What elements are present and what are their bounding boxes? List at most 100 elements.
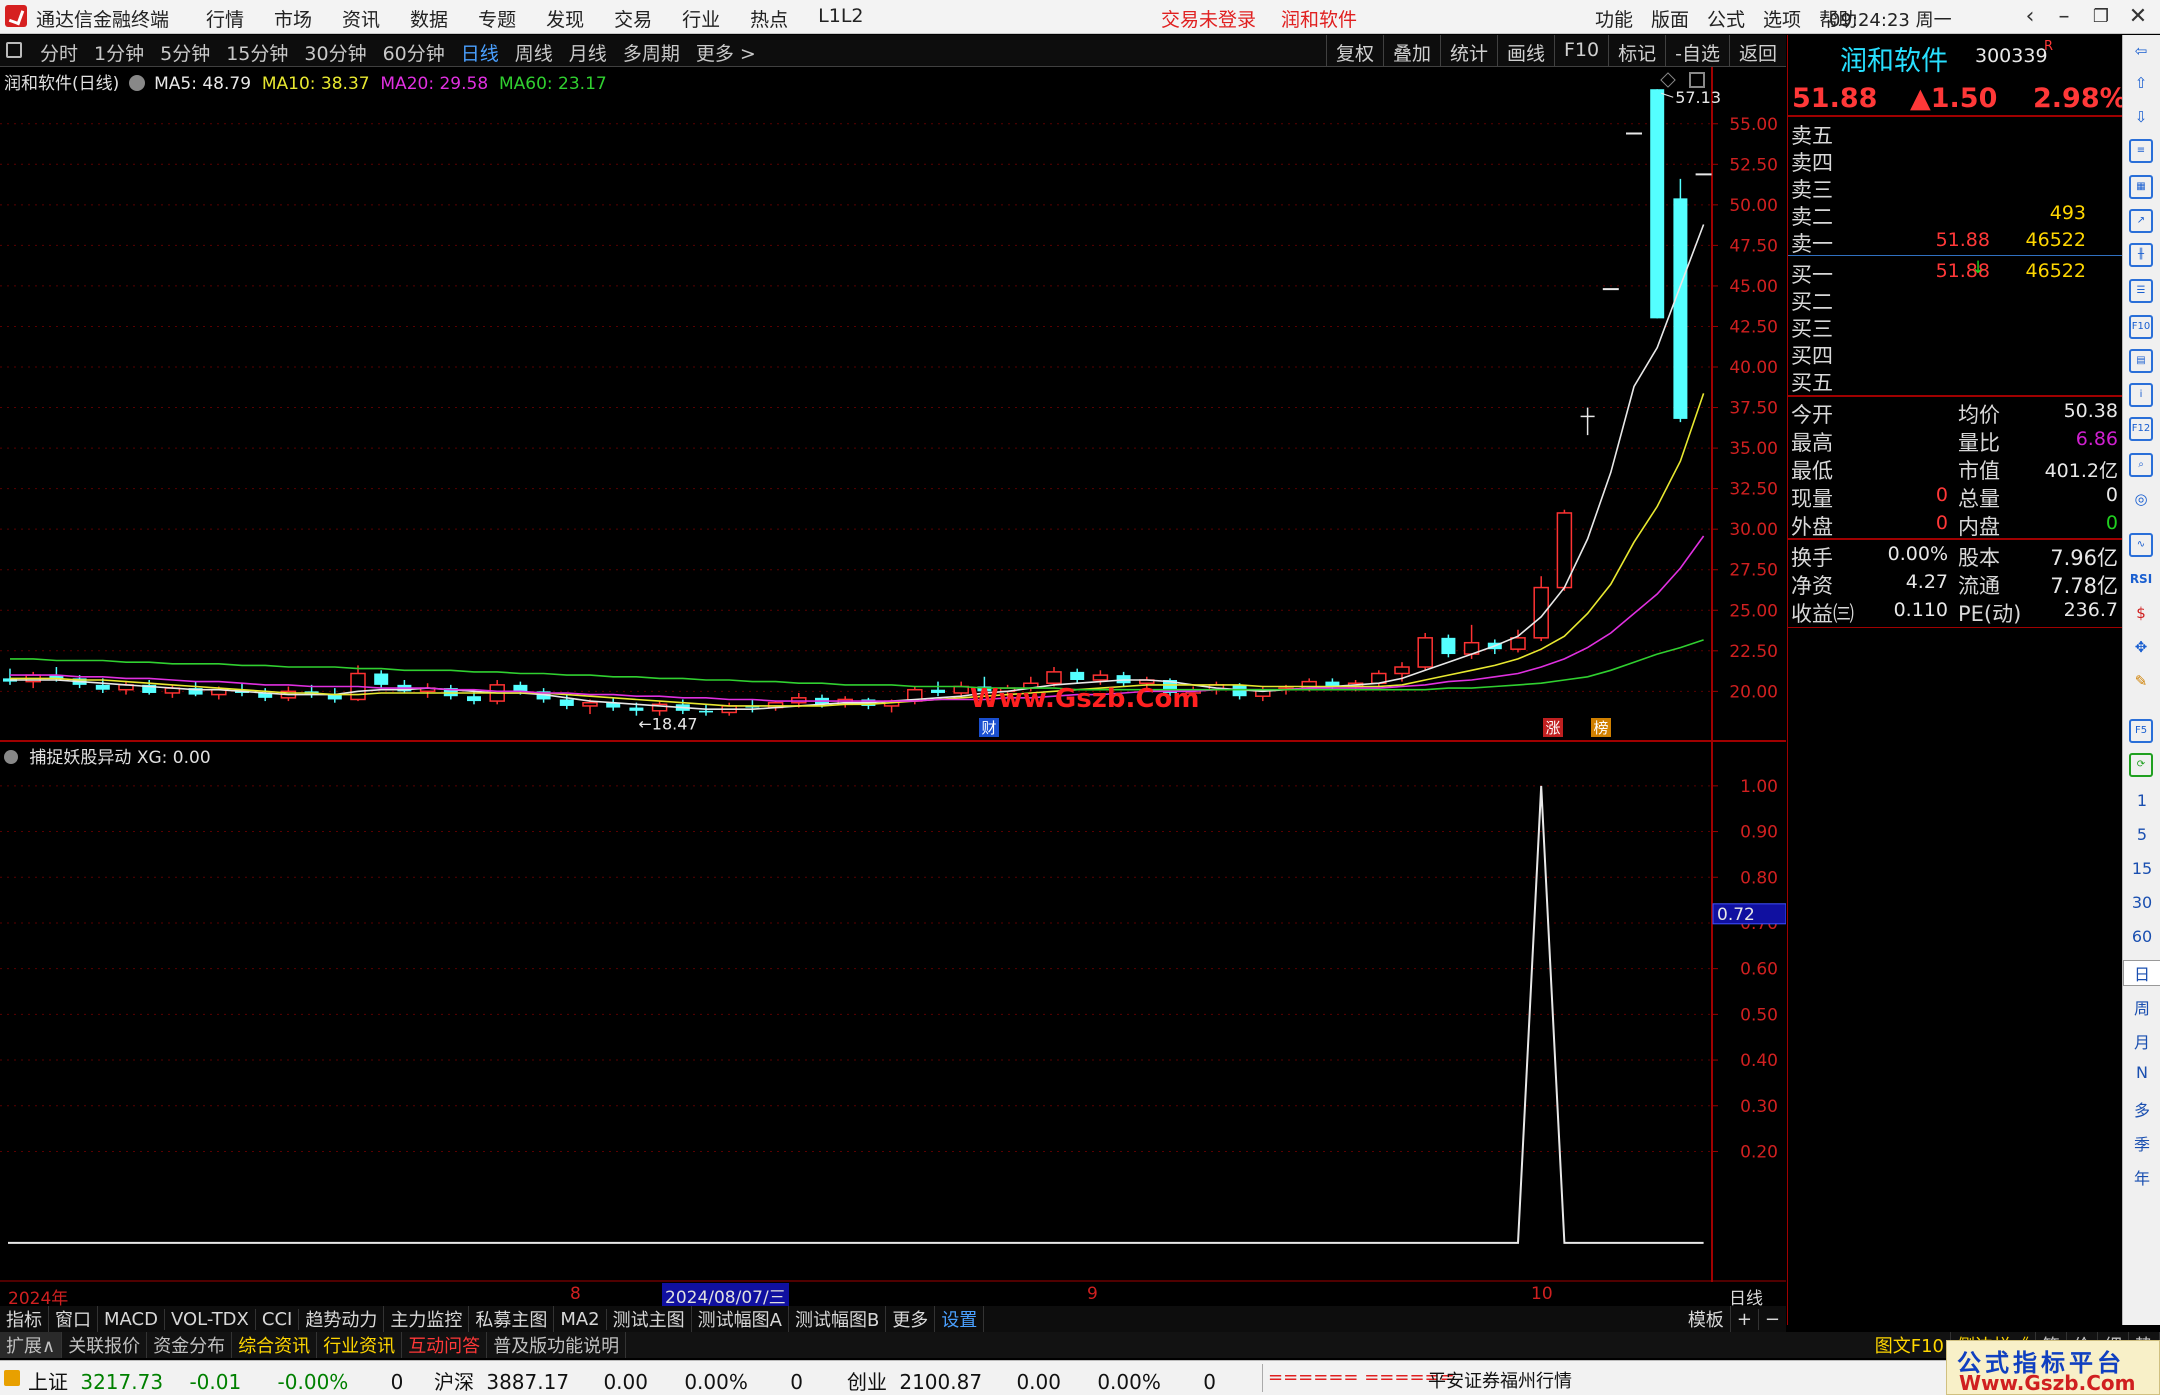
tab-industry-news[interactable]: 行业资讯: [317, 1332, 403, 1358]
menu-market[interactable]: 市场: [274, 5, 312, 32]
remove-pane-button[interactable]: −: [1759, 1309, 1786, 1330]
period-15min[interactable]: 15分钟: [226, 39, 288, 66]
period-daily[interactable]: 日线: [461, 39, 499, 66]
index-sh[interactable]: 上证 3217.73 -0.01 -0.00% 0: [28, 1366, 403, 1395]
login-status[interactable]: 交易未登录: [1161, 5, 1256, 32]
tab-window[interactable]: 窗口: [49, 1306, 98, 1332]
tool-watchlist[interactable]: -自选: [1665, 35, 1729, 67]
tool-adjust[interactable]: 复权: [1325, 35, 1383, 67]
sidebar-period-day[interactable]: 日: [2123, 960, 2160, 986]
period-5min[interactable]: 5分钟: [160, 39, 210, 66]
tool-draw[interactable]: 画线: [1496, 35, 1554, 67]
dollar-icon[interactable]: $: [2129, 601, 2153, 625]
add-pane-button[interactable]: +: [1731, 1308, 1759, 1330]
sidebar-period-month[interactable]: 月: [2123, 1029, 2160, 1053]
target-icon[interactable]: ◎: [2129, 487, 2153, 511]
menu-formula[interactable]: 公式: [1707, 5, 1745, 32]
f10-graphic-button[interactable]: 图文F10: [1869, 1332, 1951, 1358]
left-arrow-icon[interactable]: ⇦: [2129, 39, 2153, 63]
menu-l1l2[interactable]: L1L2: [818, 5, 863, 32]
pencil-icon[interactable]: ✎: [2129, 669, 2153, 693]
period-1min[interactable]: 1分钟: [94, 39, 144, 66]
tab-indicator[interactable]: 指标: [0, 1306, 49, 1332]
menu-layout[interactable]: 版面: [1651, 5, 1689, 32]
refresh-icon[interactable]: ⟳: [2129, 753, 2153, 777]
news-icon[interactable]: ☰: [2129, 279, 2153, 303]
tab-fund-distribution[interactable]: 资金分布: [147, 1332, 233, 1358]
period-intraday[interactable]: 分时: [40, 39, 78, 66]
menu-topics[interactable]: 专题: [478, 5, 516, 32]
move-icon[interactable]: ✥: [2129, 635, 2153, 659]
f12-icon[interactable]: F12: [2129, 417, 2153, 441]
info-icon[interactable]: i: [2129, 383, 2153, 407]
menu-industry[interactable]: 行业: [682, 5, 720, 32]
menu-trade[interactable]: 交易: [614, 5, 652, 32]
tool-overlay[interactable]: 叠加: [1382, 35, 1440, 67]
kline-icon[interactable]: ╫: [2129, 243, 2153, 267]
period-monthly[interactable]: 月线: [569, 39, 607, 66]
sidebar-period-quarter[interactable]: 季: [2123, 1131, 2160, 1155]
kline-chart[interactable]: 55.00 52.50 50.00 47.50 45.00 42.50 40.00 37.50…: [0, 67, 1786, 1282]
line-chart-icon[interactable]: ↗: [2129, 209, 2153, 233]
up-arrow-icon[interactable]: ⇧: [2129, 71, 2153, 95]
menu-quotes[interactable]: 行情: [206, 5, 244, 32]
grid-table-icon[interactable]: ▦: [2129, 175, 2153, 199]
index-cy[interactable]: 创业 2100.87 0.00 0.00% 0: [847, 1366, 1216, 1395]
wave-icon[interactable]: ∿: [2129, 533, 2153, 557]
menu-options[interactable]: 选项: [1763, 5, 1801, 32]
status-menu-icon[interactable]: [4, 1370, 20, 1386]
tab-macd[interactable]: MACD: [98, 1308, 165, 1330]
tool-f10[interactable]: F10: [1554, 35, 1608, 67]
report-icon[interactable]: ▤: [2129, 349, 2153, 373]
tab-cci[interactable]: CCI: [256, 1308, 300, 1330]
period-30min[interactable]: 30分钟: [304, 39, 366, 66]
tab-settings[interactable]: 设置: [935, 1306, 985, 1332]
sidebar-period-year[interactable]: 年: [2123, 1165, 2160, 1189]
tab-expand[interactable]: 扩展∧: [0, 1332, 63, 1358]
rsi-icon[interactable]: RSI: [2129, 567, 2153, 591]
tool-stats[interactable]: 统计: [1439, 35, 1497, 67]
period-more[interactable]: 更多 >: [696, 39, 756, 66]
legend-toggle-icon[interactable]: [128, 75, 145, 91]
layout-toggle-icon[interactable]: [6, 42, 22, 58]
sidebar-period-1[interactable]: 1: [2123, 791, 2160, 810]
chart-search-icon[interactable]: ⌕: [2129, 453, 2153, 477]
close-icon[interactable]: ✕: [2120, 2, 2156, 32]
f10-icon[interactable]: F10: [2129, 315, 2153, 339]
period-multi[interactable]: 多周期: [623, 39, 680, 66]
menu-discover[interactable]: 发现: [546, 5, 584, 32]
period-weekly[interactable]: 周线: [515, 39, 553, 66]
tab-test-sub-b[interactable]: 测试幅图B: [789, 1306, 887, 1332]
restore-icon[interactable]: ❐: [2083, 2, 2119, 32]
sidebar-period-week[interactable]: 周: [2123, 995, 2160, 1019]
tab-main-monitor[interactable]: 主力监控: [384, 1306, 470, 1332]
sidebar-period-5[interactable]: 5: [2123, 825, 2160, 844]
tab-related-quotes[interactable]: 关联报价: [62, 1332, 148, 1358]
tab-trend-power[interactable]: 趋势动力: [299, 1306, 385, 1332]
tab-qa[interactable]: 互动问答: [402, 1332, 488, 1358]
back-arrow-icon[interactable]: ‹: [2012, 2, 2048, 32]
quote-list-icon[interactable]: ≡: [2129, 139, 2153, 163]
tool-back[interactable]: 返回: [1728, 35, 1786, 67]
tab-vol-tdx[interactable]: VOL-TDX: [165, 1308, 256, 1330]
index-hs[interactable]: 沪深 3887.17 0.00 0.00% 0: [434, 1366, 803, 1395]
template-button[interactable]: 模板: [1682, 1306, 1731, 1332]
menu-news[interactable]: 资讯: [342, 5, 380, 32]
tab-test-main[interactable]: 测试主图: [607, 1306, 692, 1332]
period-60min[interactable]: 60分钟: [383, 39, 445, 66]
minimize-icon[interactable]: –: [2046, 2, 2082, 32]
tab-more[interactable]: 更多: [886, 1306, 936, 1332]
tab-general-news[interactable]: 综合资讯: [232, 1332, 318, 1358]
tab-ma2[interactable]: MA2: [554, 1308, 607, 1330]
sidebar-period-15[interactable]: 15: [2123, 859, 2160, 878]
menu-function[interactable]: 功能: [1595, 5, 1633, 32]
tab-edition-help[interactable]: 普及版功能说明: [487, 1332, 627, 1358]
sidebar-period-n[interactable]: N: [2123, 1063, 2160, 1082]
tool-mark[interactable]: 标记: [1608, 35, 1665, 67]
menu-hot[interactable]: 热点: [750, 5, 788, 32]
tab-private-main[interactable]: 私募主图: [469, 1306, 555, 1332]
sidebar-period-60[interactable]: 60: [2123, 927, 2160, 946]
menu-data[interactable]: 数据: [410, 5, 448, 32]
sidebar-period-30[interactable]: 30: [2123, 893, 2160, 912]
tab-test-sub-a[interactable]: 测试幅图A: [692, 1306, 789, 1332]
